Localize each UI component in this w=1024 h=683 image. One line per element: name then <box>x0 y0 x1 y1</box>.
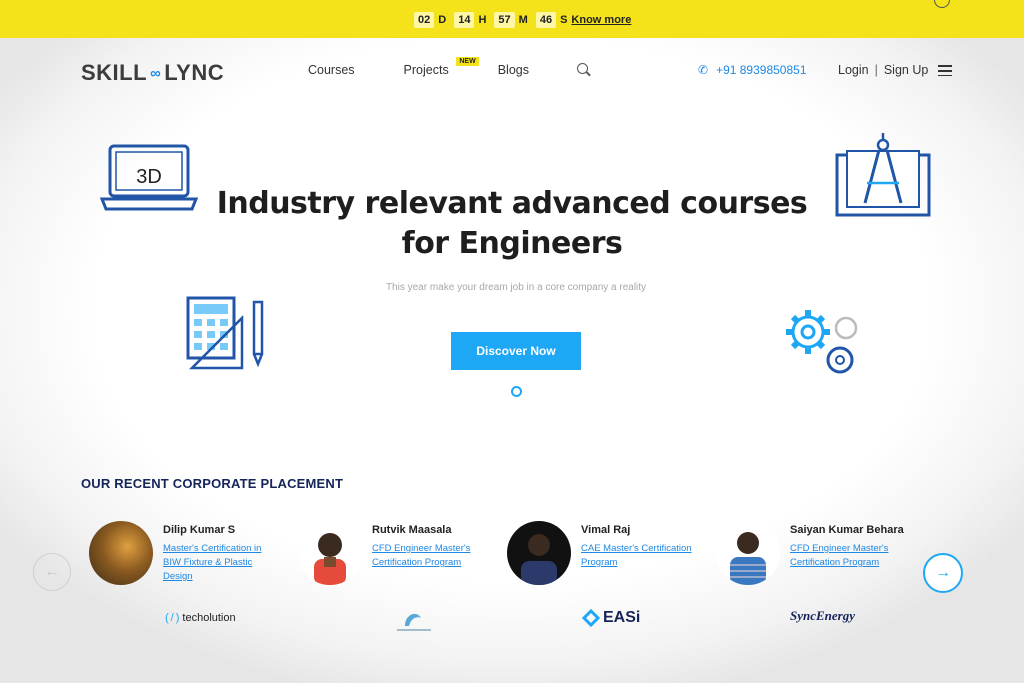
easi-logo-icon <box>582 609 600 627</box>
program-link[interactable]: CFD Engineer Master's Certification Prog… <box>372 542 484 570</box>
techolution-logo-icon: ( <box>165 612 169 624</box>
countdown-minutes: 57 <box>494 12 515 28</box>
nav-projects[interactable]: Projects NEW <box>404 57 479 77</box>
company-logo-icon <box>397 613 431 631</box>
company-logo-easi: EASi <box>582 609 640 627</box>
arrow-right-icon[interactable]: → <box>923 553 963 593</box>
logo-link-icon: ∞ <box>150 64 162 82</box>
auth-links: Login | Sign Up <box>838 63 929 77</box>
avatar <box>507 521 571 585</box>
placement-card: Rutvik Maasala CFD Engineer Master's Cer… <box>298 521 498 601</box>
hero-title: Industry relevant advanced courses for E… <box>216 186 808 261</box>
nav-blogs[interactable]: Blogs <box>498 63 529 77</box>
carousel-dot[interactable] <box>511 386 522 397</box>
company-logo-techolution: (/) techolution <box>165 612 236 624</box>
nav-courses[interactable]: Courses <box>308 63 355 77</box>
calculator-ruler-icon <box>186 296 264 370</box>
arrow-left-icon[interactable]: ← <box>33 553 71 591</box>
program-link[interactable]: CAE Master's Certification Program <box>581 542 693 570</box>
placement-card: Dilip Kumar S Master's Certification in … <box>89 521 289 601</box>
phone-icon: ✆ <box>698 63 709 77</box>
avatar <box>298 521 362 585</box>
avatar <box>89 521 153 585</box>
countdown-timer: 02 D 14 H 57 M 46 S Know more <box>414 12 631 28</box>
countdown-days: 02 <box>414 12 435 28</box>
phone-contact[interactable]: ✆ +91 8939850851 <box>698 63 807 77</box>
company-logo-syncenergy: SyncEnergy <box>790 608 855 623</box>
program-link[interactable]: Master's Certification in BIW Fixture & … <box>163 542 275 584</box>
placements-title: OUR RECENT CORPORATE PLACEMENT <box>81 476 344 491</box>
gears-icon <box>786 310 858 374</box>
placement-card: Vimal Raj CAE Master's Certification Pro… <box>507 521 707 601</box>
login-link[interactable]: Login <box>838 63 869 77</box>
search-icon[interactable] <box>576 63 591 77</box>
countdown-hours: 14 <box>454 12 475 28</box>
new-badge: NEW <box>456 57 479 66</box>
program-link[interactable]: CFD Engineer Master's Certification Prog… <box>790 542 902 570</box>
discover-now-button[interactable]: Discover Now <box>451 332 581 370</box>
signup-link[interactable]: Sign Up <box>884 63 928 77</box>
main-nav: Courses Projects NEW Blogs <box>308 57 591 77</box>
announcement-banner: 02 D 14 H 57 M 46 S Know more <box>0 0 1024 38</box>
know-more-link[interactable]: Know more <box>571 14 631 26</box>
skill-lync-logo[interactable]: SKILL ∞ LYNC <box>81 60 224 86</box>
avatar <box>716 521 780 585</box>
hero-subtitle: This year make your dream job in a core … <box>385 282 647 293</box>
hamburger-menu-icon[interactable] <box>938 65 952 77</box>
close-icon[interactable] <box>934 0 950 8</box>
placement-card: Saiyan Kumar Behara CFD Engineer Master'… <box>716 521 916 601</box>
countdown-seconds: 46 <box>535 12 557 28</box>
